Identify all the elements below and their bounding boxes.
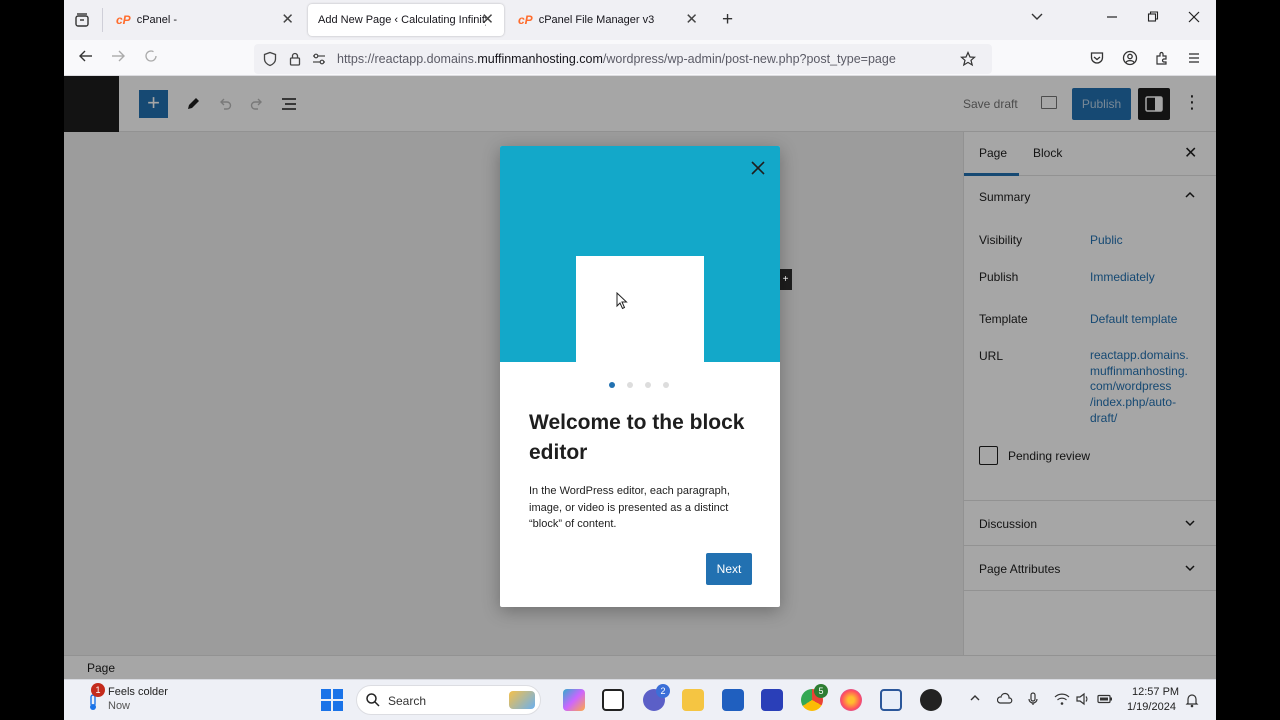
weather-title[interactable]: Feels colder <box>108 686 168 698</box>
new-tab-icon[interactable]: + <box>722 10 733 30</box>
start-menu-icon[interactable] <box>321 689 343 711</box>
tab-add-new-page[interactable]: Add New Page ‹ Calculating Infinity ✕ <box>308 4 504 36</box>
modal-body: In the WordPress editor, each paragraph,… <box>529 485 730 530</box>
url-bar[interactable]: https://reactapp.domains.muffinmanhostin… <box>254 44 992 74</box>
copilot-icon[interactable] <box>563 689 585 711</box>
url-text[interactable]: https://reactapp.domains.muffinmanhostin… <box>337 52 896 66</box>
browser-tab-bar: cP cPanel - ✕ Add New Page ‹ Calculating… <box>64 0 1216 40</box>
close-modal-icon[interactable] <box>748 158 768 183</box>
chat-badge: 2 <box>656 684 670 698</box>
tab-overview-icon[interactable] <box>72 10 92 30</box>
url-host: muffinmanhosting.com <box>477 52 603 66</box>
block-appender-icon[interactable]: + <box>779 269 792 290</box>
tab-close-icon[interactable]: ✕ <box>281 11 294 29</box>
wifi-icon[interactable] <box>1054 692 1070 709</box>
pocket-icon[interactable] <box>1089 50 1105 66</box>
battery-icon[interactable] <box>1097 692 1113 709</box>
windows-taskbar: 1 Feels colder Now Search 2 5 12:57 PM 1… <box>64 679 1216 720</box>
taskbar-search[interactable]: Search <box>356 685 541 715</box>
notifications-icon[interactable] <box>1184 692 1200 711</box>
notepad-icon[interactable] <box>880 689 902 711</box>
lock-icon[interactable] <box>287 51 303 67</box>
volume-icon[interactable] <box>1075 692 1091 709</box>
list-all-tabs-icon[interactable] <box>1030 10 1044 27</box>
tab-close-icon[interactable]: ✕ <box>685 11 698 29</box>
permissions-icon[interactable] <box>311 51 327 67</box>
search-highlight-icon <box>509 691 535 709</box>
clock-date[interactable]: 1/19/2024 <box>1127 701 1176 713</box>
microsoft-store-icon[interactable] <box>722 689 744 711</box>
tracking-shield-icon[interactable] <box>262 51 278 67</box>
bookmark-star-icon[interactable] <box>959 51 977 67</box>
url-suffix: /wordpress/wp-admin/post-new.php?post_ty… <box>602 52 896 66</box>
file-explorer-icon[interactable] <box>682 689 704 711</box>
welcome-illustration <box>500 146 780 362</box>
next-button[interactable]: Next <box>706 553 752 585</box>
page-dot[interactable] <box>645 382 651 388</box>
wp-block-editor: + Save draft Publish ⋮ Page Block ✕ Summ… <box>64 76 1216 679</box>
mouse-cursor-icon <box>616 292 628 310</box>
app-menu-icon[interactable] <box>1186 50 1202 66</box>
show-hidden-icons-icon[interactable] <box>969 692 981 707</box>
tab-label: cPanel - <box>136 14 178 26</box>
firefox-icon[interactable] <box>840 689 862 711</box>
window-close-icon[interactable] <box>1188 10 1200 27</box>
clock-time[interactable]: 12:57 PM <box>1132 686 1179 698</box>
tab-cpanel[interactable]: cP cPanel - ✕ <box>106 4 304 36</box>
microphone-icon[interactable] <box>1027 692 1039 709</box>
restore-icon[interactable] <box>1147 10 1159 27</box>
reload-icon[interactable] <box>143 48 159 69</box>
task-view-icon[interactable] <box>602 689 624 711</box>
browser-nav-bar: https://reactapp.domains.muffinmanhostin… <box>64 40 1216 76</box>
extensions-icon[interactable] <box>1154 50 1170 66</box>
modal-title: Welcome to the block editor <box>529 411 745 464</box>
search-placeholder: Search <box>388 694 427 708</box>
tab-separator <box>102 8 103 32</box>
weather-subtitle[interactable]: Now <box>108 700 130 712</box>
weather-badge: 1 <box>91 683 105 697</box>
obs-icon[interactable] <box>920 689 942 711</box>
account-icon[interactable] <box>1122 50 1138 66</box>
url-prefix: https://reactapp.domains. <box>337 52 478 66</box>
cpanel-logo-icon: cP <box>116 13 131 27</box>
chrome-badge: 5 <box>814 684 828 698</box>
cpanel-logo-icon: cP <box>518 13 533 27</box>
page-dot[interactable] <box>609 382 615 388</box>
tab-label: cPanel File Manager v3 <box>538 14 655 26</box>
search-icon <box>365 692 381 708</box>
onedrive-icon[interactable] <box>996 692 1013 709</box>
page-dot[interactable] <box>663 382 669 388</box>
forward-icon[interactable] <box>110 48 126 69</box>
screen: cP cPanel - ✕ Add New Page ‹ Calculating… <box>64 0 1216 720</box>
page-dot[interactable] <box>627 382 633 388</box>
visual-studio-icon[interactable] <box>761 689 783 711</box>
minimize-icon[interactable] <box>1106 10 1118 27</box>
tab-close-icon[interactable]: ✕ <box>481 11 494 29</box>
tab-label: Add New Page ‹ Calculating Infinity <box>318 14 486 26</box>
back-icon[interactable] <box>78 48 94 69</box>
page-indicator <box>609 382 669 388</box>
illustration-block <box>576 256 704 362</box>
welcome-guide-modal: Welcome to the block editor In the WordP… <box>500 146 780 607</box>
tab-cpanel-file-manager[interactable]: cP cPanel File Manager v3 ✕ <box>508 4 708 36</box>
